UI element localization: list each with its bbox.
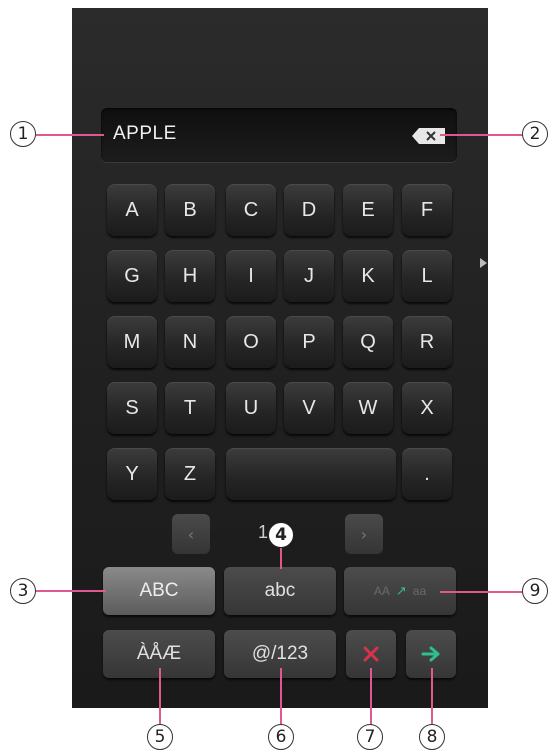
- callout-2: 2: [522, 121, 548, 147]
- key-r[interactable]: R: [402, 316, 452, 368]
- callout-line-9: [440, 591, 524, 593]
- chevron-left-icon: ‹: [187, 524, 195, 544]
- uppercase-mode-button[interactable]: ABC: [103, 567, 215, 615]
- input-text: APPLE: [113, 123, 177, 144]
- key-j[interactable]: J: [284, 250, 334, 302]
- delete-x-icon: [363, 646, 379, 662]
- page-prev-button[interactable]: ‹: [172, 514, 210, 554]
- callout-line-6: [280, 668, 282, 726]
- key-period[interactable]: .: [402, 448, 452, 500]
- key-w[interactable]: W: [343, 382, 393, 434]
- callout-5: 5: [147, 724, 173, 750]
- key-a[interactable]: A: [107, 184, 157, 236]
- callout-line-7: [370, 668, 372, 726]
- key-y[interactable]: Y: [107, 448, 157, 500]
- key-p[interactable]: P: [284, 316, 334, 368]
- callout-8: 8: [419, 724, 445, 750]
- key-k[interactable]: K: [343, 250, 393, 302]
- callout-line-3: [36, 590, 106, 592]
- key-u[interactable]: U: [226, 382, 276, 434]
- callout-line-5: [159, 668, 161, 726]
- key-x[interactable]: X: [402, 382, 452, 434]
- key-z[interactable]: Z: [165, 448, 215, 500]
- case-toggle-arrow-icon: ↗: [395, 583, 407, 598]
- key-c[interactable]: C: [226, 184, 276, 236]
- key-e[interactable]: E: [343, 184, 393, 236]
- callout-line-1: [36, 134, 104, 136]
- case-toggle-left: AA: [373, 584, 390, 598]
- enter-arrow-icon: [421, 646, 440, 662]
- space-key[interactable]: [226, 448, 396, 500]
- callout-6: 6: [268, 724, 294, 750]
- key-b[interactable]: B: [165, 184, 215, 236]
- key-m[interactable]: M: [107, 316, 157, 368]
- callout-line-4: [280, 545, 282, 569]
- callout-1: 1: [10, 121, 36, 147]
- key-h[interactable]: H: [165, 250, 215, 302]
- callout-line-8: [431, 668, 433, 726]
- key-t[interactable]: T: [165, 382, 215, 434]
- key-n[interactable]: N: [165, 316, 215, 368]
- callout-7: 7: [357, 724, 383, 750]
- callout-3: 3: [10, 578, 36, 604]
- key-d[interactable]: D: [284, 184, 334, 236]
- key-l[interactable]: L: [402, 250, 452, 302]
- key-s[interactable]: S: [107, 382, 157, 434]
- case-toggle-right: aa: [412, 584, 427, 598]
- chevron-right-icon: ›: [360, 524, 368, 544]
- key-i[interactable]: I: [226, 250, 276, 302]
- key-g[interactable]: G: [107, 250, 157, 302]
- lowercase-mode-button[interactable]: abc: [224, 567, 336, 615]
- side-arrow-icon: [480, 258, 487, 268]
- key-q[interactable]: Q: [343, 316, 393, 368]
- key-f[interactable]: F: [402, 184, 452, 236]
- callout-line-2: [440, 134, 524, 136]
- callout-9: 9: [522, 578, 548, 604]
- callout-4: 4: [268, 522, 294, 548]
- page-number: 1: [258, 522, 269, 542]
- page-next-button[interactable]: ›: [345, 514, 383, 554]
- key-o[interactable]: O: [226, 316, 276, 368]
- key-v[interactable]: V: [284, 382, 334, 434]
- backspace-icon[interactable]: [411, 127, 447, 145]
- text-input-field[interactable]: APPLE: [101, 108, 457, 162]
